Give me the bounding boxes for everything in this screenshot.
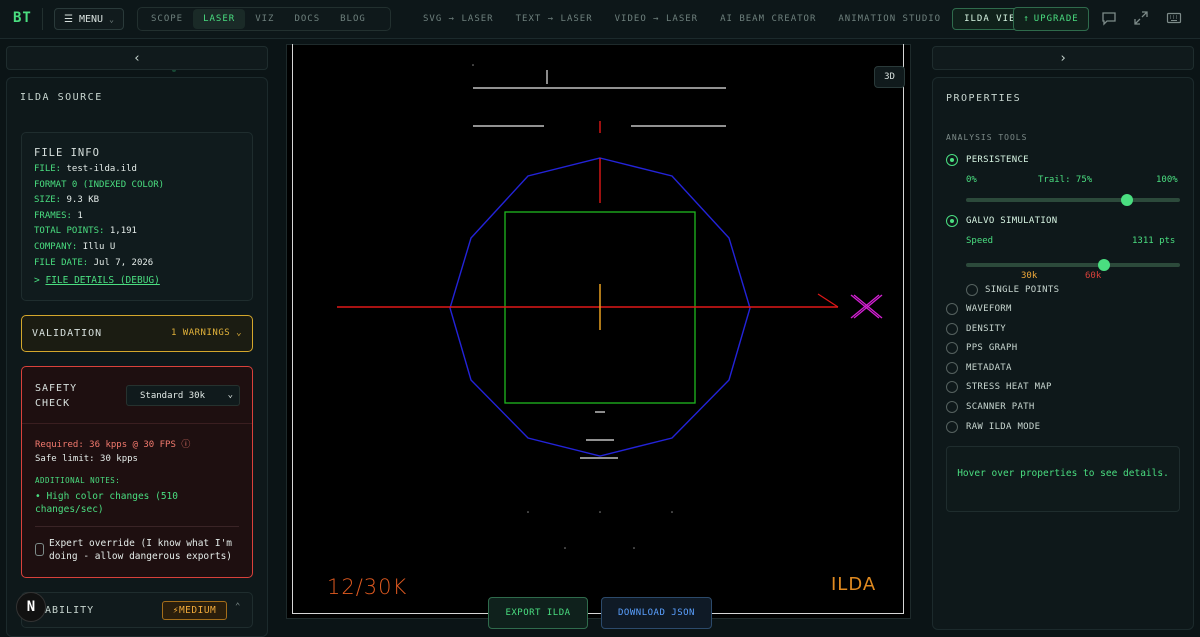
- speed-slider-thumb[interactable]: [1098, 259, 1110, 271]
- persistence-slider-track[interactable]: [966, 198, 1180, 202]
- ilda-overlay-label: ILDA: [831, 574, 877, 595]
- persistence-label: PERSISTENCE: [966, 155, 1029, 165]
- density-label: DENSITY: [966, 324, 1007, 334]
- galvo-simulation-label: GALVO SIMULATION: [966, 216, 1058, 226]
- export-ilda-button[interactable]: EXPORT ILDA: [488, 597, 588, 629]
- speed-slider-track[interactable]: [966, 263, 1180, 267]
- download-json-button[interactable]: DOWNLOAD JSON: [601, 597, 712, 629]
- raw-ilda-mode-toggle[interactable]: [946, 421, 958, 433]
- panel-title: PROPERTIES: [946, 93, 1022, 104]
- laser-red-diagonal: [817, 293, 839, 308]
- metadata-label: METADATA: [966, 363, 1012, 373]
- analysis-tools-label: ANALYSIS TOOLS: [946, 133, 1028, 142]
- galvo-simulation-toggle[interactable]: [946, 215, 958, 227]
- trail-value: Trail: 75%: [1038, 175, 1093, 185]
- pps-graph-label: PPS GRAPH: [966, 343, 1018, 353]
- toggle-3d-button[interactable]: 3D: [874, 66, 905, 88]
- stress-heat-map-label: STRESS HEAT MAP: [966, 382, 1052, 392]
- persistence-slider-thumb[interactable]: [1120, 194, 1133, 206]
- scanner-path-label: SCANNER PATH: [966, 402, 1035, 412]
- waveform-toggle[interactable]: [946, 303, 958, 315]
- single-points-label: SINGLE POINTS: [985, 285, 1060, 295]
- scanner-path-toggle[interactable]: [946, 401, 958, 413]
- marker-30k: 30k: [1021, 271, 1038, 281]
- persistence-toggle[interactable]: [946, 154, 958, 166]
- collapse-right-button[interactable]: ›: [932, 46, 1194, 70]
- frame-counter-overlay: 12/30K: [327, 575, 408, 599]
- marker-60k: 60k: [1085, 271, 1102, 281]
- density-toggle[interactable]: [946, 323, 958, 335]
- trail-min: 0%: [966, 175, 977, 185]
- pps-graph-toggle[interactable]: [946, 342, 958, 354]
- metadata-toggle[interactable]: [946, 362, 958, 374]
- single-points-toggle[interactable]: [966, 284, 978, 296]
- laser-magenta-x: [850, 294, 883, 319]
- speed-value: 1311 pts: [1132, 236, 1176, 246]
- speed-label: Speed: [966, 236, 994, 246]
- trail-max: 100%: [1156, 175, 1178, 185]
- waveform-label: WAVEFORM: [966, 304, 1012, 314]
- raw-ilda-mode-label: RAW ILDA MODE: [966, 422, 1041, 432]
- stress-heat-map-toggle[interactable]: [946, 381, 958, 393]
- property-details-hint: Hover over properties to see details.: [946, 446, 1180, 512]
- chevron-right-icon: ›: [1059, 50, 1067, 66]
